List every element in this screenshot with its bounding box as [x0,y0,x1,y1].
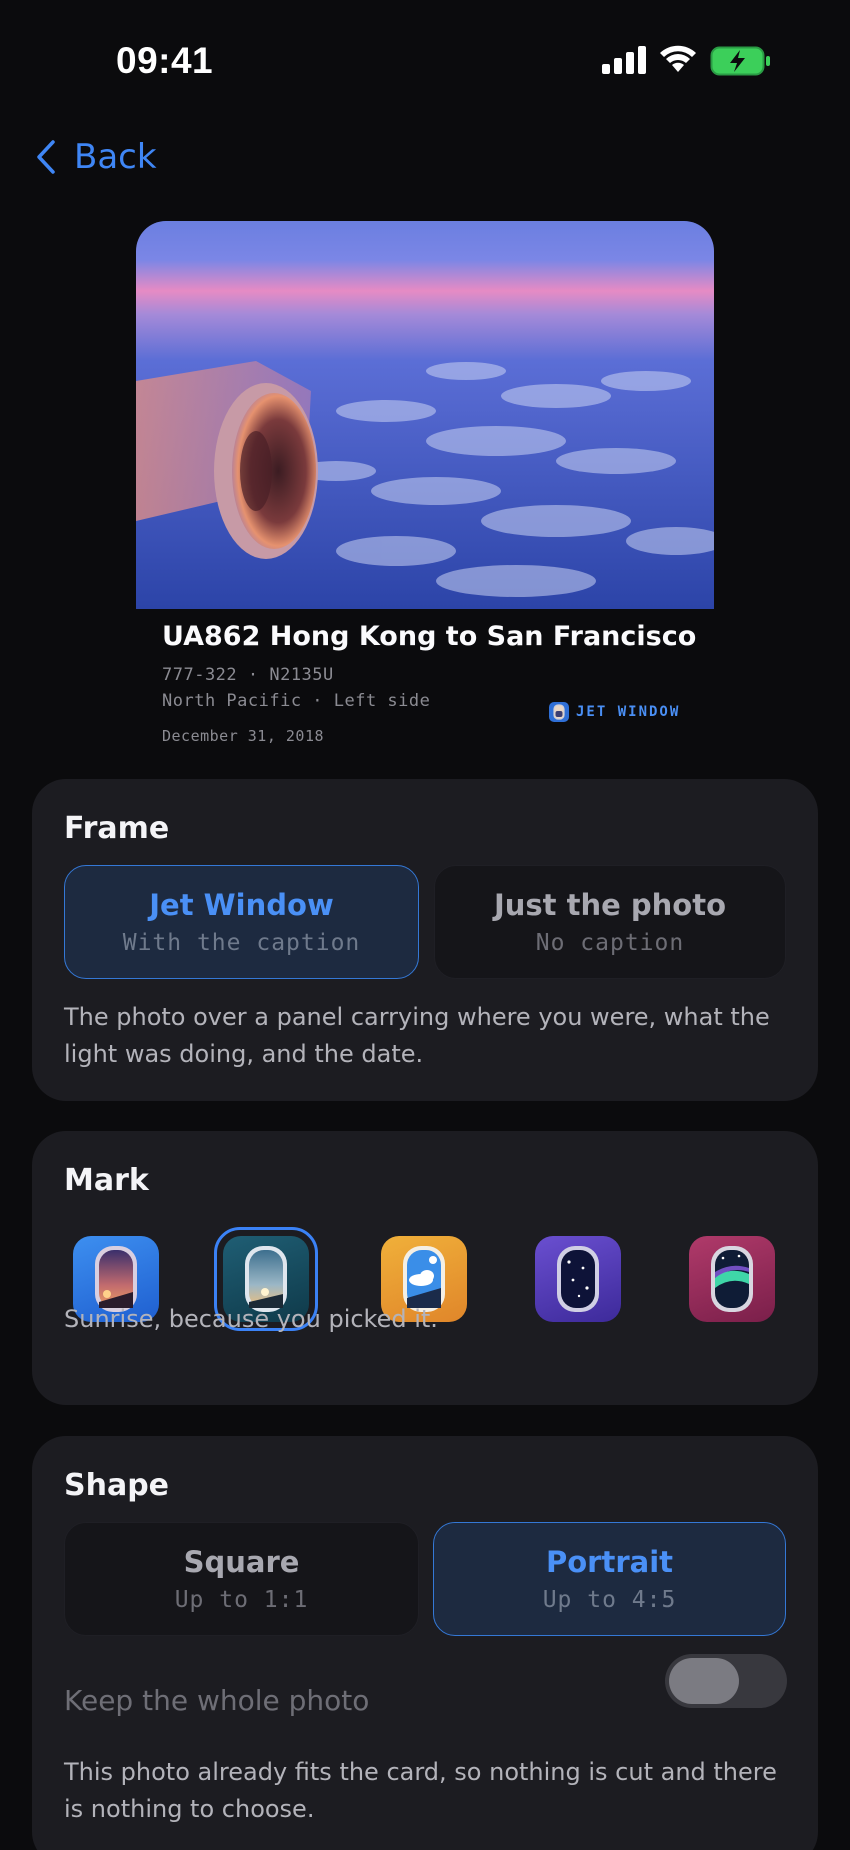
option-label: Jet Window [149,888,334,922]
toggle-knob [669,1658,739,1704]
location-info: North Pacific · Left side [162,691,431,711]
option-sublabel: Up to 1:1 [174,1587,309,1613]
keep-whole-photo-toggle[interactable] [665,1654,787,1708]
mark-title: Mark [64,1163,149,1198]
shape-title: Shape [64,1468,170,1503]
mark-description: Sunrise, because you picked it. [64,1305,438,1333]
option-sublabel: With the caption [122,930,361,956]
keep-whole-photo-label: Keep the whole photo [64,1684,370,1717]
back-button[interactable]: Back [36,132,157,182]
frame-title: Frame [64,811,170,846]
aircraft-info: 777-322 · N2135U [162,665,334,685]
option-label: Portrait [545,1545,674,1579]
back-label: Back [74,137,157,177]
shape-description: This photo already fits the card, so not… [64,1758,777,1823]
status-time: 09:41 [116,40,214,81]
flight-date: December 31, 2018 [162,727,325,745]
frame-description: The photo over a panel carrying where yo… [64,1003,770,1068]
option-label: Square [183,1545,300,1579]
shape-panel: Shape Square Up to 1:1 Portrait Up to 4:… [32,1436,818,1850]
option-sublabel: No caption [535,930,685,956]
battery-charging-icon [710,46,770,76]
mark-panel: Mark Sunrise, because you picked it. [32,1131,818,1405]
shape-option-square[interactable]: Square Up to 1:1 [64,1522,419,1636]
option-sublabel: Up to 4:5 [542,1587,677,1613]
frame-option-just-photo[interactable]: Just the photo No caption [434,865,786,979]
flight-photo [136,221,714,609]
card-preview: UA862 Hong Kong to San Francisco 777-322… [136,221,714,761]
chevron-left-icon [37,140,55,174]
wifi-icon [660,45,696,72]
frame-option-jet-window[interactable]: Jet Window With the caption [64,865,419,979]
option-label: Just the photo [493,888,727,922]
jet-window-logo-icon [549,702,569,722]
brand-label: JET WINDOW [576,704,681,720]
flight-title: UA862 Hong Kong to San Francisco [162,621,697,652]
status-bar: 09:41 [0,0,850,120]
cellular-signal-icon [602,46,646,74]
frame-panel: Frame Jet Window With the caption Just t… [32,779,818,1101]
shape-option-portrait[interactable]: Portrait Up to 4:5 [433,1522,786,1636]
brand-mark: JET WINDOW [548,701,680,723]
